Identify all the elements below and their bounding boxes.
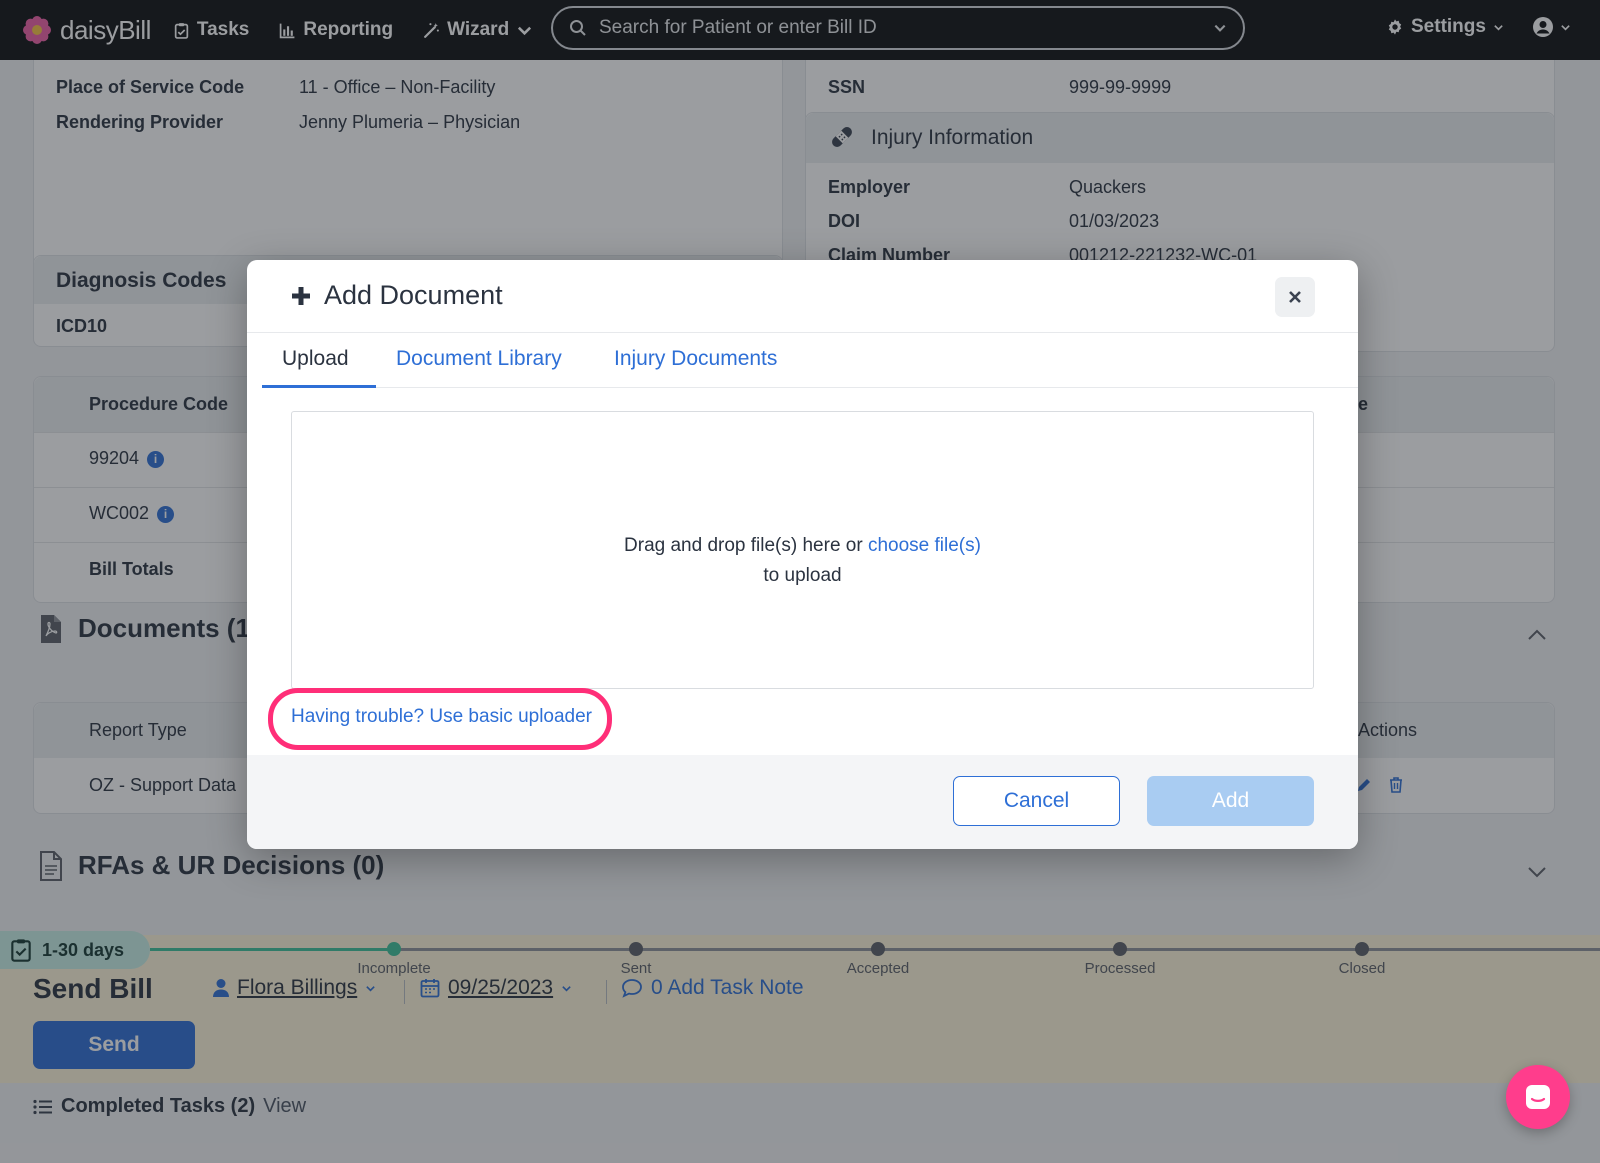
dropzone-text: Drag and drop file(s) here or choose fil…	[624, 535, 981, 586]
modal-tabs: Upload Document Library Injury Documents	[262, 333, 1358, 388]
tab-upload[interactable]: Upload	[282, 347, 349, 371]
tab-injury-documents[interactable]: Injury Documents	[614, 347, 777, 371]
active-tab-indicator	[262, 385, 376, 388]
add-document-modal: Add Document Upload Document Library Inj…	[247, 260, 1358, 849]
choose-files-link[interactable]: choose file(s)	[868, 535, 981, 556]
close-icon	[1289, 291, 1301, 303]
add-button[interactable]: Add	[1147, 776, 1314, 826]
file-dropzone[interactable]: Drag and drop file(s) here or choose fil…	[291, 411, 1314, 689]
modal-title-text: Add Document	[324, 280, 503, 310]
plus-icon	[292, 286, 310, 305]
cancel-button[interactable]: Cancel	[953, 776, 1120, 826]
chat-launcher-button[interactable]	[1506, 1065, 1570, 1129]
tab-document-library[interactable]: Document Library	[396, 347, 562, 371]
modal-header: Add Document	[247, 260, 1358, 333]
modal-footer: Cancel Add	[247, 755, 1358, 849]
basic-uploader-link[interactable]: Having trouble? Use basic uploader	[291, 706, 592, 728]
close-button[interactable]	[1275, 277, 1315, 317]
modal-title: Add Document	[290, 280, 503, 311]
chat-icon	[1526, 1085, 1550, 1109]
